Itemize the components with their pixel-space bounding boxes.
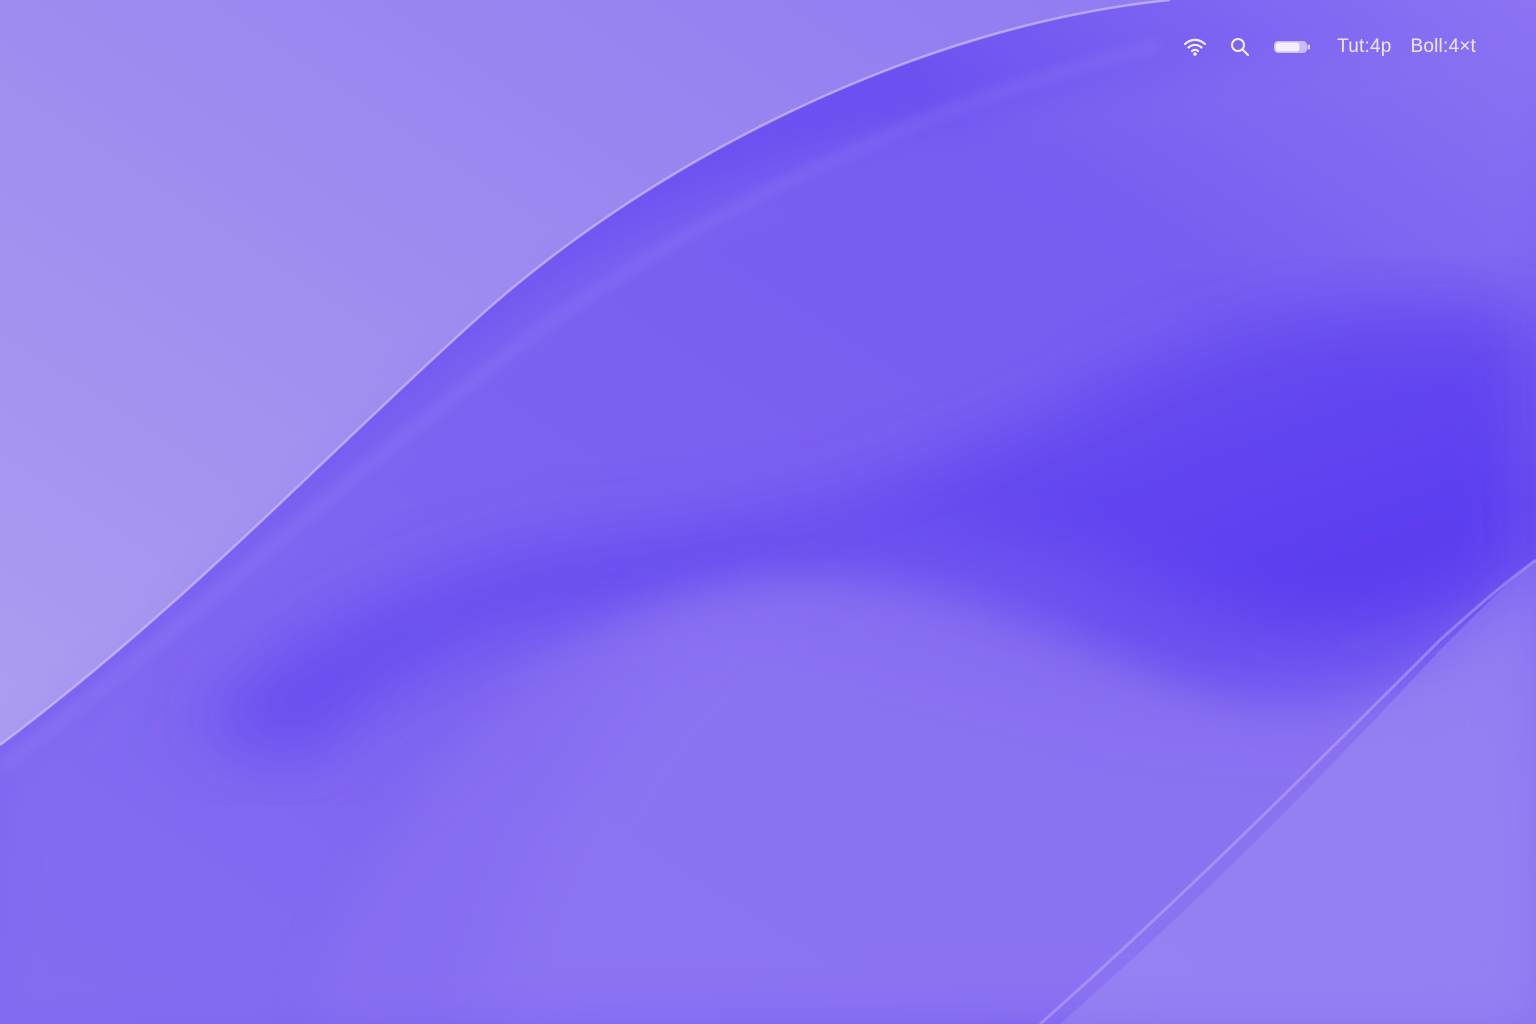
battery-icon — [1274, 41, 1311, 53]
menu-bar-text-1[interactable]: Tut:4p — [1337, 30, 1391, 64]
menu-bar-text-2[interactable]: Boll:4×t — [1410, 30, 1476, 64]
desktop: Tut:4p Boll:4×t — [0, 0, 1536, 1024]
wifi-status[interactable] — [1181, 30, 1209, 64]
search-icon — [1231, 38, 1250, 57]
wifi-icon — [1184, 38, 1207, 56]
battery-status[interactable] — [1272, 30, 1312, 64]
spotlight-search[interactable] — [1228, 30, 1252, 64]
menu-bar: Tut:4p Boll:4×t — [1181, 30, 1476, 64]
wallpaper — [0, 0, 1536, 1024]
